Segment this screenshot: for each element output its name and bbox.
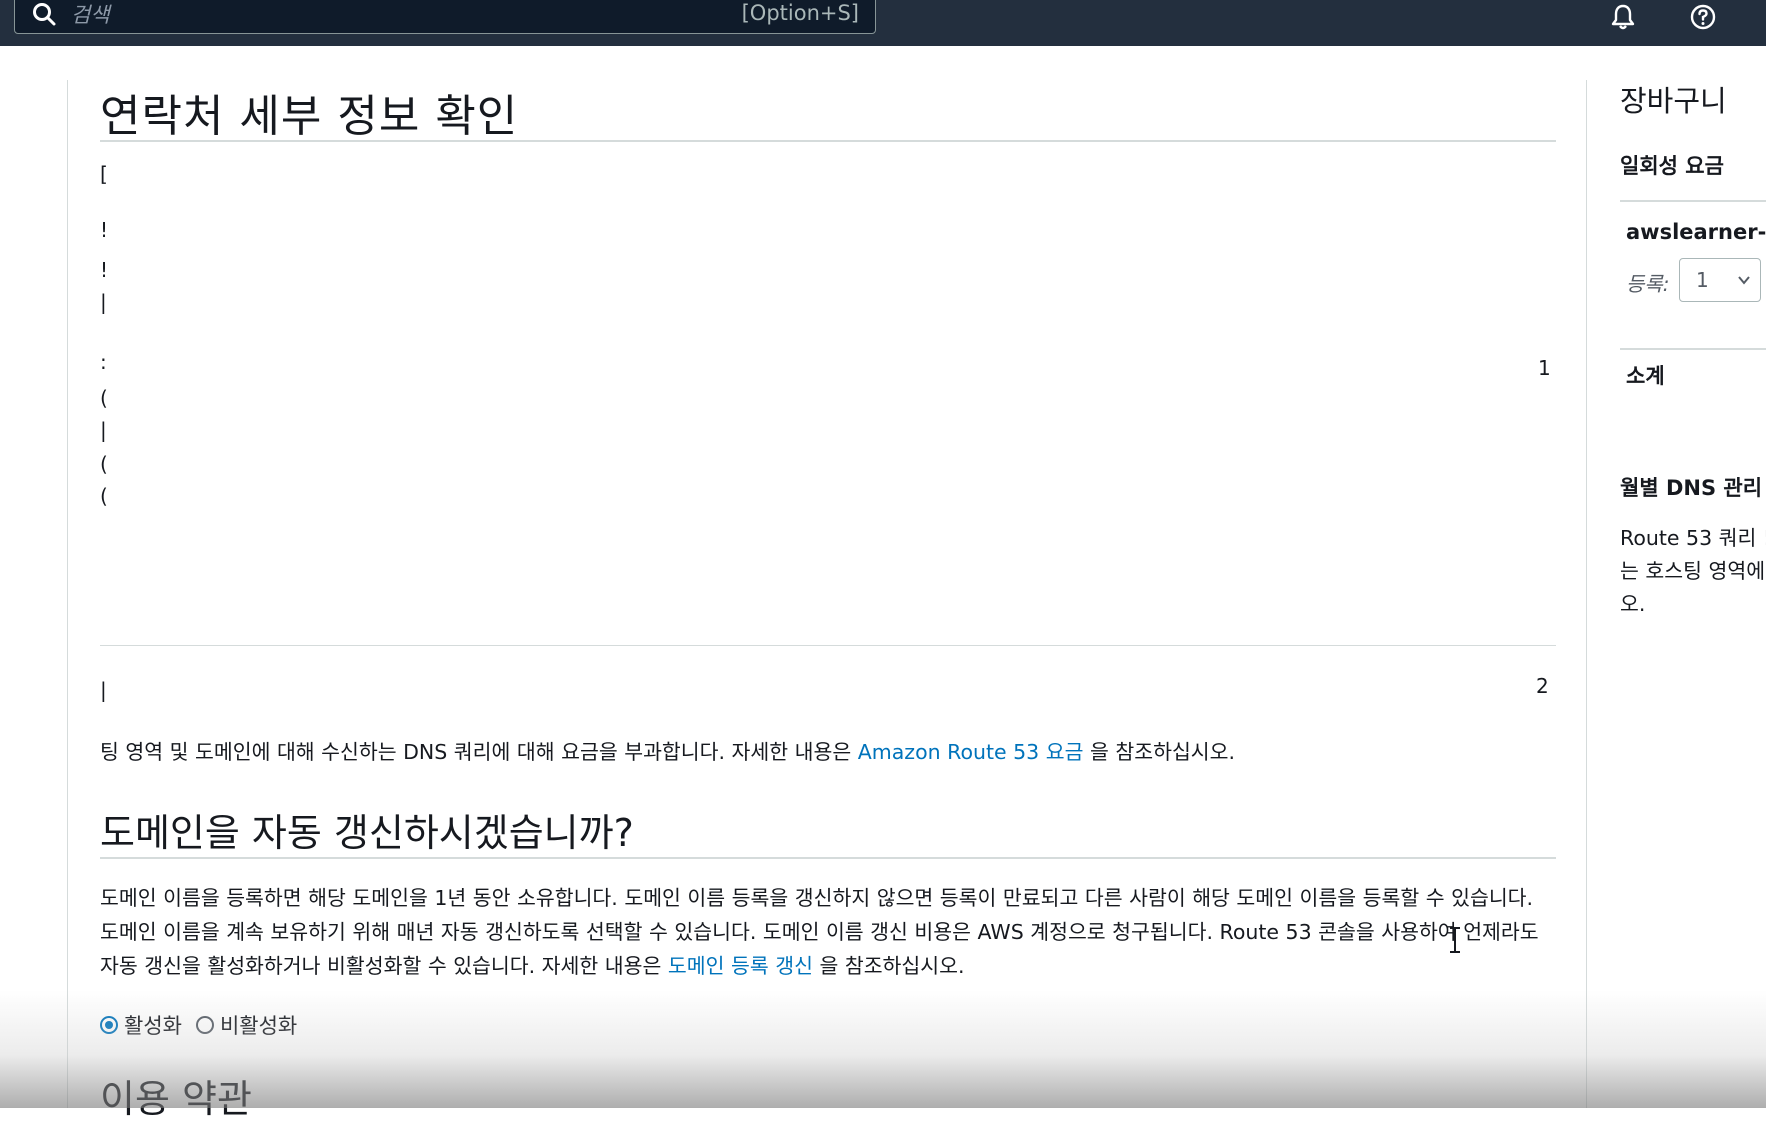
row-number: 2 [1536, 674, 1549, 698]
auto-renew-description: 도메인 이름을 등록하면 해당 도메인을 1년 동안 소유합니다. 도메인 이름… [100, 886, 1539, 978]
chevron-down-icon [1738, 276, 1750, 285]
auto-renew-disable-radio[interactable]: 비활성화 [195, 1010, 297, 1040]
search-box[interactable]: [Option+S] [14, 0, 876, 34]
registration-years-select[interactable]: 1 [1679, 258, 1761, 302]
bell-icon[interactable] [1608, 2, 1638, 32]
auto-renew-title: 도메인을 자동 갱신하시겠습니까? [100, 811, 634, 855]
one-time-fee-heading: 일회성 요금 [1620, 154, 1724, 178]
clipped-text-fragment: | [100, 678, 107, 702]
section-divider [100, 645, 1556, 646]
text-cursor-icon [1450, 927, 1460, 953]
search-shortcut-hint: [Option+S] [741, 1, 859, 25]
main-column-border [67, 80, 68, 1108]
page-title: 연락처 세부 정보 확인 [100, 91, 519, 142]
cart-domain-name: awslearner-si [1626, 220, 1766, 244]
subtotal-label: 소계 [1626, 364, 1665, 388]
search-input[interactable] [69, 1, 673, 29]
title-divider [100, 140, 1556, 142]
registration-label: 등록: [1626, 272, 1670, 296]
cart-divider [1620, 200, 1766, 202]
domain-renewal-link[interactable]: 도메인 등록 갱신 [668, 954, 813, 978]
radio-unselected-icon[interactable] [195, 1016, 214, 1034]
cart-divider [1620, 348, 1766, 350]
clipped-text-fragment: | [100, 290, 107, 314]
clipped-text-fragment: ! [100, 258, 109, 282]
monthly-dns-heading: 월별 DNS 관리 . [1620, 476, 1766, 500]
auto-renew-enable-radio[interactable]: 활성화 [100, 1010, 182, 1040]
cart-title: 장바구니 [1620, 84, 1727, 118]
clipped-text-fragment: ( [100, 452, 108, 476]
auto-renew-divider [100, 857, 1556, 859]
monthly-dns-description: Route 53 쿼리 ! 는 호스팅 영역에 오. [1620, 526, 1766, 616]
auto-renew-radio-group: 활성화 비활성화 [100, 1010, 311, 1040]
radio-selected-icon[interactable] [100, 1016, 118, 1034]
clipped-text-fragment: ! [100, 218, 109, 242]
dns-pricing-note: 팅 영역 및 도메인에 대해 수신하는 DNS 쿼리에 대해 요금을 부과합니다… [100, 740, 1236, 764]
top-navigation-bar: [Option+S] [0, 0, 1766, 46]
search-icon [33, 3, 56, 26]
bottom-shadow-overlay [0, 990, 1766, 1108]
clipped-text-fragment: ( [100, 484, 108, 508]
clipped-text-fragment: | [100, 418, 107, 442]
clipped-text-fragment: ( [100, 386, 108, 410]
help-icon[interactable] [1688, 2, 1718, 32]
terms-title: 이용 약관 [100, 1077, 252, 1121]
registration-years-value: 1 [1696, 268, 1709, 292]
contact-details-panel [100, 146, 1556, 716]
clipped-text-fragment: [ [100, 162, 108, 186]
route53-pricing-link[interactable]: Amazon Route 53 요금 [858, 740, 1084, 764]
row-number: 1 [1538, 356, 1551, 380]
clipped-text-fragment: : [100, 350, 107, 374]
cart-column-border [1586, 80, 1587, 1108]
